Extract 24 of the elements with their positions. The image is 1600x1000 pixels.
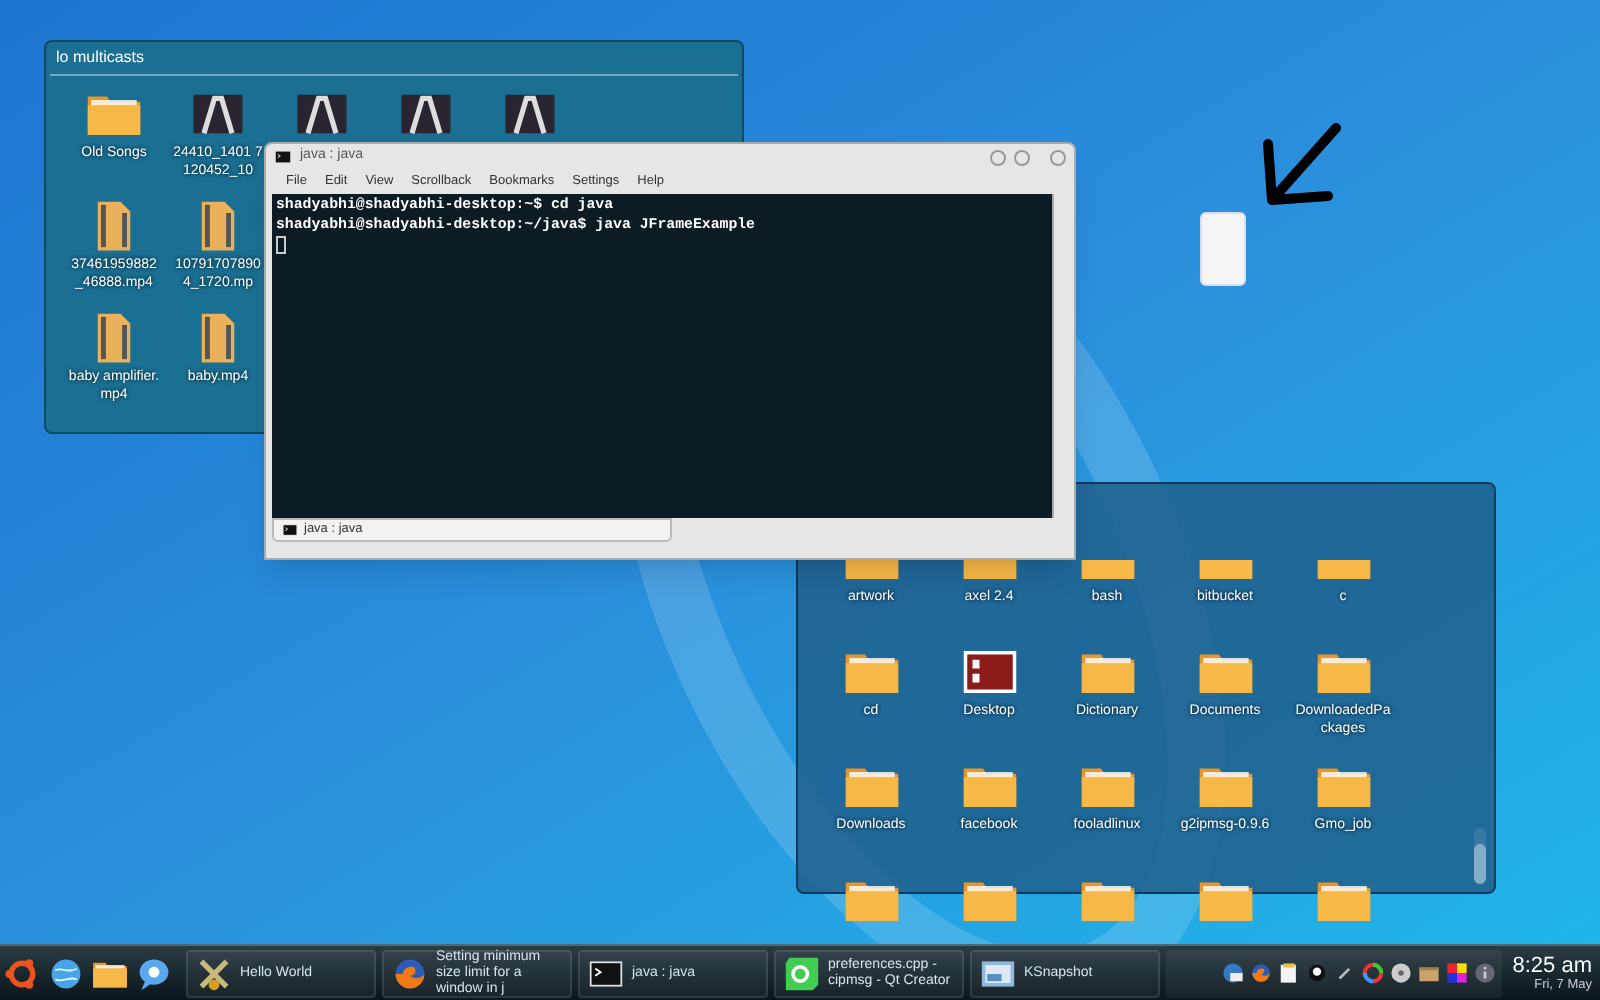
browser-icon (392, 955, 428, 991)
text-cursor (276, 236, 286, 254)
ubuntu-logo-icon[interactable] (4, 955, 40, 991)
globe-icon[interactable] (1222, 962, 1245, 984)
chat-bubble-icon[interactable] (136, 955, 172, 991)
blank-widget (1200, 212, 1246, 286)
package-icon[interactable] (1418, 962, 1441, 984)
qt-logo-icon (784, 955, 820, 991)
clock-time[interactable]: 8:25 am (1512, 953, 1592, 977)
color-palette-icon[interactable] (1446, 962, 1469, 984)
info-icon[interactable] (1474, 962, 1497, 984)
terminal-icon (588, 955, 624, 991)
screenshot-icon (980, 955, 1016, 991)
globe-icon[interactable] (48, 955, 84, 991)
swirl-icon[interactable] (1362, 962, 1385, 984)
folder-view-title: lo multicasts (50, 42, 738, 76)
disc-icon[interactable] (1390, 962, 1413, 984)
document-icon[interactable] (1278, 962, 1301, 984)
arrow-drawing (1260, 120, 1344, 208)
browser-icon[interactable] (1250, 962, 1273, 984)
scrollbar[interactable] (1474, 828, 1486, 884)
desktop-folder-icon[interactable] (961, 646, 1017, 698)
terminal-icon (282, 522, 298, 538)
terminal-icon (274, 148, 292, 166)
